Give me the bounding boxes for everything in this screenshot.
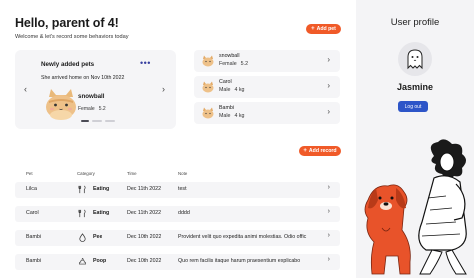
column-header-pet: Pet bbox=[26, 171, 33, 176]
pet-meta: Female 5.2 bbox=[219, 61, 248, 67]
pet-name: Bambi bbox=[219, 105, 235, 111]
chevron-right-icon: › bbox=[327, 256, 330, 263]
woman-with-dog-illustration bbox=[364, 139, 467, 275]
cell-pet: Bambi bbox=[26, 258, 42, 264]
greeting-title: Hello, parent of 4! bbox=[15, 16, 119, 30]
carousel-prev-icon[interactable]: ‹ bbox=[24, 85, 27, 94]
column-header-category: Category bbox=[77, 171, 95, 176]
pet-name: Carol bbox=[219, 79, 232, 85]
pet-gender: Female bbox=[78, 106, 95, 112]
cell-category: Pee bbox=[93, 234, 103, 240]
pet-weight: 4 kg bbox=[234, 87, 245, 93]
cell-pet: Lilca bbox=[26, 186, 37, 192]
chevron-right-icon: › bbox=[327, 232, 330, 239]
pet-weight: 5.2 bbox=[98, 106, 106, 112]
plus-icon: + bbox=[311, 26, 315, 32]
table-row[interactable]: Carol Eating Dec 11th 2022 dddd › bbox=[15, 206, 340, 222]
profile-name: Jasmine bbox=[396, 82, 434, 92]
add-pet-button[interactable]: + Add pet bbox=[306, 24, 341, 34]
pet-meta: Male 4 kg bbox=[219, 87, 245, 93]
cell-category: Poop bbox=[93, 258, 107, 264]
pet-gender: Male bbox=[219, 113, 231, 119]
add-record-button[interactable]: + Add record bbox=[299, 146, 341, 156]
table-row[interactable]: Bambi Poop Dec 10th 2022 Quo rem facilis… bbox=[15, 254, 340, 270]
pet-list-item-bambi[interactable]: Bambi Male 4 kg › bbox=[194, 102, 340, 124]
carousel-indicator bbox=[81, 120, 115, 122]
cell-pet: Carol bbox=[26, 210, 39, 216]
cell-note: dddd bbox=[178, 210, 190, 216]
arrival-date: She arrived home on Nov 10th 2022 bbox=[41, 75, 125, 81]
cell-category: Eating bbox=[93, 210, 110, 216]
logout-button[interactable]: Log out bbox=[398, 101, 428, 112]
greeting-subtitle: Welcome & let's record some behaviors to… bbox=[15, 34, 129, 40]
carousel-dot-1[interactable] bbox=[81, 120, 89, 122]
pet-weight: 5.2 bbox=[240, 61, 249, 67]
pet-list-item-carol[interactable]: Carol Male 4 kg › bbox=[194, 76, 340, 98]
avatar bbox=[398, 42, 432, 76]
cat-illustration bbox=[46, 89, 76, 120]
chevron-right-icon: › bbox=[327, 208, 330, 215]
cell-note: Quo rem facilis itaque harum praesentium… bbox=[178, 258, 301, 264]
table-row[interactable]: Bambi Pee Dec 10th 2022 Provident velit … bbox=[15, 230, 340, 246]
cat-icon bbox=[202, 81, 214, 93]
carousel-dot-3[interactable] bbox=[105, 120, 115, 122]
cell-note: test bbox=[178, 186, 187, 192]
pet-list-item-snowball[interactable]: snowball Female 5.2 › bbox=[194, 50, 340, 72]
cat-icon bbox=[202, 107, 214, 119]
cell-time: Dec 11th 2022 bbox=[127, 210, 162, 216]
newly-added-title: Newly added pets bbox=[41, 61, 95, 68]
pet-gender: Male bbox=[219, 87, 231, 93]
carousel-dot-2[interactable] bbox=[92, 120, 102, 122]
pet-weight: 4 kg bbox=[234, 113, 245, 119]
newly-added-pet-meta: Female 5.2 bbox=[78, 106, 106, 112]
profile-title: User profile bbox=[390, 17, 440, 28]
poop-icon bbox=[78, 257, 87, 265]
pet-gender: Female bbox=[219, 61, 237, 67]
newly-added-card: Newly added pets ••• She arrived home on… bbox=[15, 50, 176, 129]
cell-pet: Bambi bbox=[26, 234, 42, 240]
fork-knife-icon bbox=[78, 209, 86, 218]
pet-name: snowball bbox=[219, 53, 240, 59]
plus-icon: + bbox=[303, 148, 307, 154]
table-row[interactable]: Lilca Eating Dec 11th 2022 test › bbox=[15, 182, 340, 198]
pee-icon bbox=[79, 233, 86, 242]
cell-category: Eating bbox=[93, 186, 110, 192]
column-header-time: Time bbox=[127, 171, 137, 176]
newly-added-pet-name: snowball bbox=[78, 93, 105, 100]
cell-time: Dec 10th 2022 bbox=[127, 258, 162, 264]
cat-icon bbox=[202, 55, 214, 67]
cell-time: Dec 10th 2022 bbox=[127, 234, 162, 240]
chevron-right-icon: › bbox=[327, 55, 330, 64]
more-options-icon[interactable]: ••• bbox=[140, 59, 151, 68]
cell-note: Provident velit quo expedita animi moles… bbox=[178, 234, 307, 240]
column-header-note: Note bbox=[178, 171, 188, 176]
add-pet-label: Add pet bbox=[316, 26, 336, 32]
ghost-icon bbox=[407, 49, 423, 70]
main-content: Hello, parent of 4! Welcome & let's reco… bbox=[0, 0, 356, 278]
pet-meta: Male 4 kg bbox=[219, 113, 245, 119]
chevron-right-icon: › bbox=[327, 184, 330, 191]
carousel-next-icon[interactable]: › bbox=[162, 85, 165, 94]
chevron-right-icon: › bbox=[327, 107, 330, 116]
add-record-label: Add record bbox=[308, 148, 337, 154]
chevron-right-icon: › bbox=[327, 81, 330, 90]
cell-time: Dec 11th 2022 bbox=[127, 186, 162, 192]
fork-knife-icon bbox=[78, 185, 86, 194]
